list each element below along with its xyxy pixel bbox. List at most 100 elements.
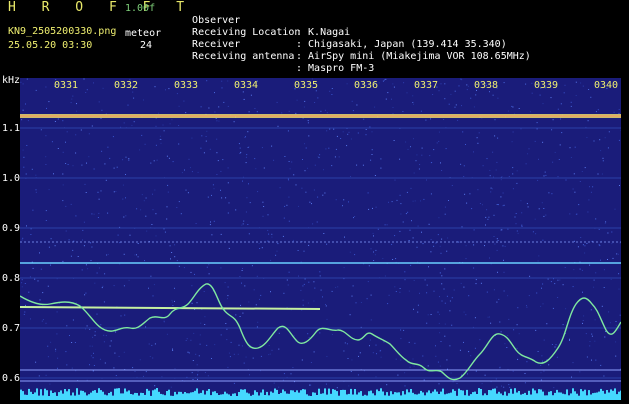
- noise-dot: [496, 302, 497, 303]
- noise-dot: [460, 79, 461, 80]
- noise-dot: [501, 230, 502, 231]
- spectrogram-plot: [20, 78, 621, 400]
- noise-dot: [91, 246, 92, 247]
- noise-floor-bar: [564, 394, 566, 400]
- noise-dot: [426, 180, 427, 181]
- noise-dot: [573, 269, 574, 270]
- noise-floor-bar: [442, 389, 444, 400]
- noise-dot: [289, 272, 290, 273]
- noise-dot: [101, 190, 102, 191]
- noise-floor-bar: [206, 391, 208, 400]
- noise-dot: [591, 309, 592, 310]
- noise-dot: [280, 187, 281, 188]
- noise-dot: [497, 250, 498, 251]
- noise-dot: [104, 273, 105, 274]
- noise-dot: [599, 139, 600, 140]
- noise-dot: [226, 339, 227, 340]
- noise-floor-bar: [60, 390, 62, 400]
- noise-dot: [222, 159, 223, 160]
- noise-dot: [228, 287, 229, 288]
- noise-dot: [234, 121, 235, 122]
- noise-dot: [244, 363, 245, 364]
- noise-dot: [546, 323, 547, 324]
- noise-dot: [544, 340, 545, 341]
- noise-dot: [504, 272, 505, 273]
- noise-dot: [45, 135, 46, 136]
- noise-dot: [619, 185, 620, 186]
- noise-dot: [526, 361, 527, 362]
- noise-dot: [425, 279, 426, 280]
- noise-dot: [587, 212, 588, 213]
- noise-dot: [28, 292, 29, 293]
- noise-dot: [543, 208, 544, 209]
- noise-dot: [553, 387, 554, 388]
- noise-dot: [304, 101, 305, 102]
- noise-dot: [556, 344, 557, 345]
- noise-dot: [551, 193, 552, 194]
- noise-dot: [517, 307, 518, 308]
- noise-floor-bar: [512, 394, 514, 400]
- noise-floor-bar: [436, 392, 438, 400]
- noise-dot: [385, 79, 386, 80]
- noise-floor-bar: [384, 395, 386, 400]
- noise-floor-bar: [202, 390, 204, 400]
- noise-floor-bar: [262, 390, 264, 401]
- noise-dot: [464, 165, 465, 166]
- observer-value: : K.Nagai: [296, 27, 350, 39]
- noise-dot: [151, 224, 152, 225]
- noise-floor-bar: [548, 392, 550, 400]
- noise-dot: [200, 344, 201, 345]
- noise-floor-bar: [418, 394, 420, 400]
- noise-dot: [76, 111, 77, 112]
- noise-dot: [284, 373, 285, 374]
- noise-floor-bar: [306, 394, 308, 400]
- noise-dot: [98, 217, 99, 218]
- noise-dot: [607, 259, 608, 260]
- noise-floor-bar: [478, 388, 480, 400]
- noise-dot: [174, 288, 175, 289]
- noise-dot: [555, 152, 556, 153]
- noise-dot: [526, 305, 527, 306]
- noise-floor-bar: [574, 391, 576, 400]
- noise-dot: [353, 285, 354, 286]
- noise-dot: [619, 113, 620, 114]
- noise-dot: [337, 136, 338, 137]
- noise-dot: [176, 207, 177, 208]
- noise-dot: [392, 201, 393, 202]
- noise-floor-bar: [236, 396, 238, 400]
- noise-dot: [518, 233, 519, 234]
- noise-dot: [326, 130, 327, 131]
- noise-dot: [128, 158, 129, 159]
- noise-floor-bar: [182, 394, 184, 400]
- noise-floor-bar: [270, 392, 272, 401]
- noise-dot: [67, 131, 68, 132]
- noise-dot: [143, 100, 144, 101]
- noise-dot: [51, 238, 52, 239]
- noise-dot: [538, 255, 539, 256]
- noise-dot: [140, 359, 141, 360]
- noise-dot: [101, 151, 102, 152]
- noise-dot: [115, 191, 116, 192]
- noise-dot: [257, 326, 258, 327]
- noise-dot: [308, 303, 309, 304]
- noise-dot: [210, 224, 211, 225]
- noise-floor-bar: [300, 390, 302, 400]
- noise-floor-bar: [264, 395, 266, 400]
- noise-dot: [87, 268, 88, 269]
- noise-dot: [123, 185, 124, 186]
- noise-dot: [442, 301, 443, 302]
- noise-dot: [200, 323, 201, 324]
- noise-dot: [356, 302, 357, 303]
- noise-dot: [114, 285, 115, 286]
- noise-dot: [145, 216, 146, 217]
- noise-floor-bar: [572, 388, 574, 400]
- noise-floor-bar: [108, 393, 110, 400]
- noise-dot: [393, 113, 394, 114]
- noise-dot: [583, 320, 584, 321]
- noise-floor-bar: [106, 395, 108, 400]
- noise-dot: [273, 160, 274, 161]
- noise-dot: [304, 251, 305, 252]
- noise-dot: [474, 106, 475, 107]
- noise-dot: [372, 131, 373, 132]
- noise-dot: [579, 371, 580, 372]
